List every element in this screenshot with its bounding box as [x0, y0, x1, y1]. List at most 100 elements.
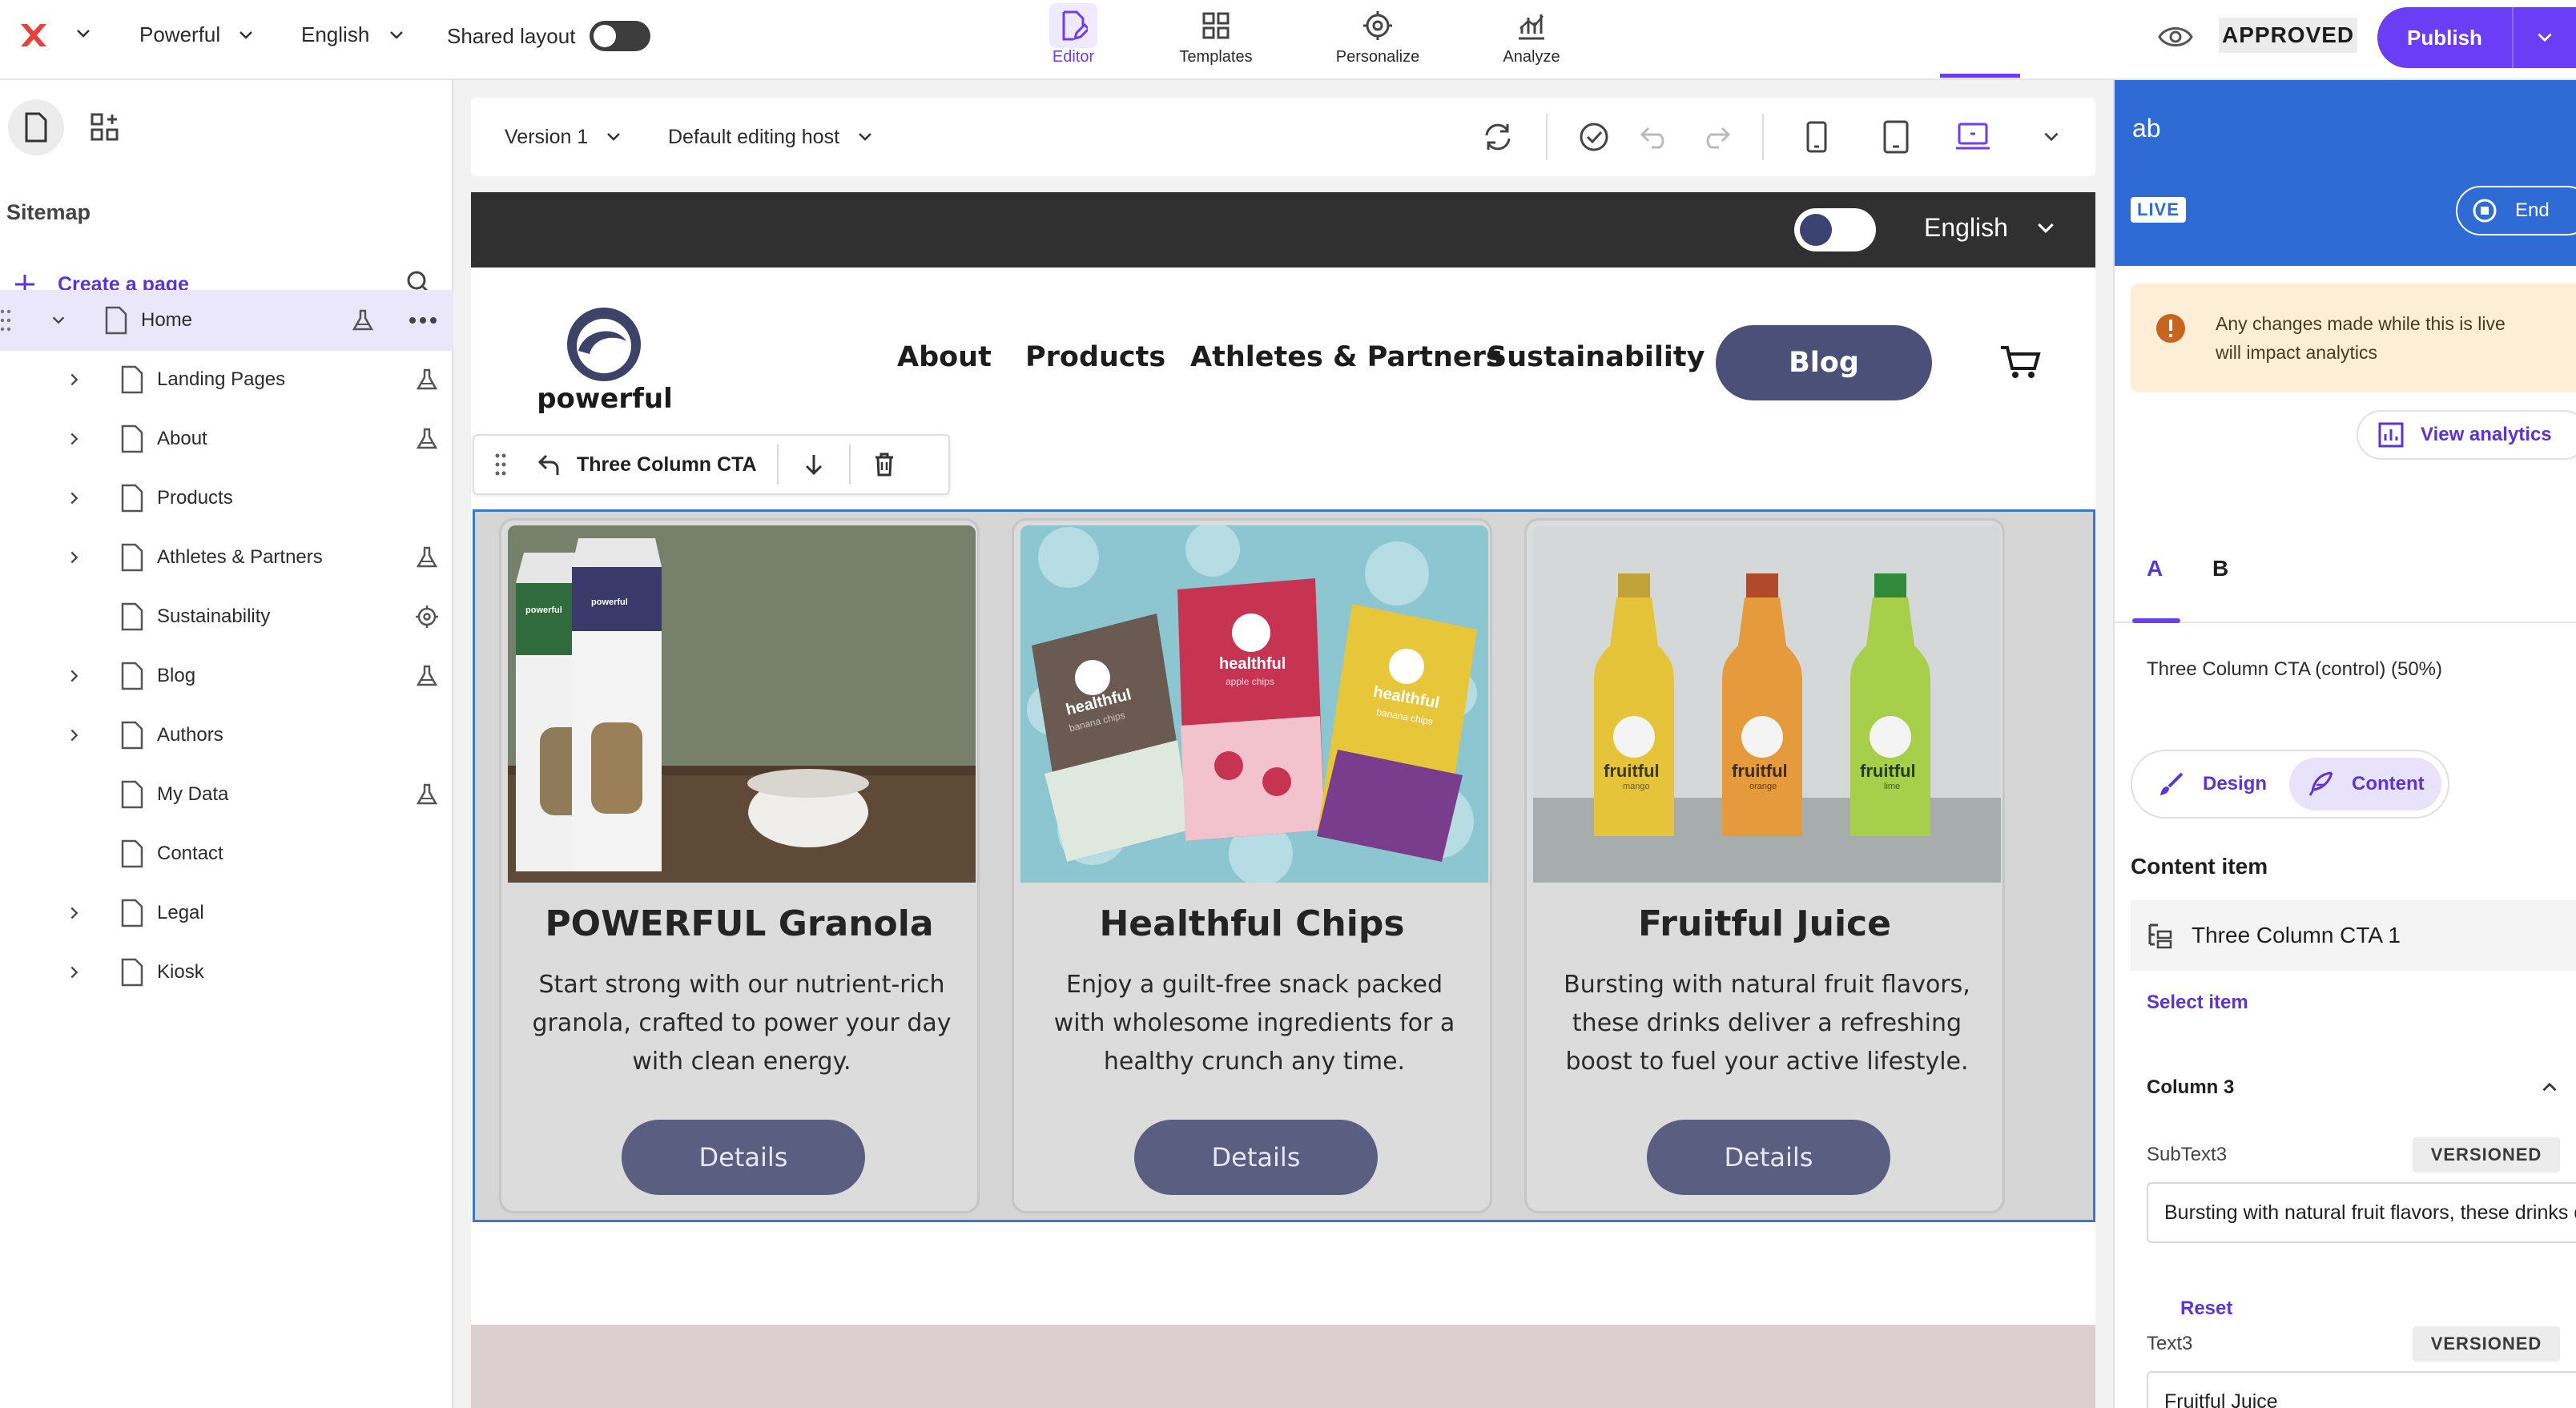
site-logo[interactable]: powerful [537, 304, 673, 415]
card-details-button[interactable]: Details [1647, 1120, 1890, 1195]
drag-handle-icon[interactable] [0, 308, 11, 332]
sitemap-item-label: Kiosk [157, 961, 204, 983]
sitemap-item-blog[interactable]: Blog [0, 646, 453, 706]
nav-about[interactable]: About [897, 341, 992, 373]
flask-test-icon[interactable] [415, 782, 439, 807]
preview-eye-icon[interactable] [2158, 22, 2193, 51]
sitemap-item-athletes-partners[interactable]: Athletes & Partners [0, 527, 453, 588]
tab-templates[interactable]: Templates [1152, 0, 1280, 78]
chevron-up-icon[interactable] [2539, 1076, 2560, 1097]
nav-sustainability[interactable]: Sustainability [1487, 341, 1705, 373]
juice-product-image: fruitful mango fruitful orange fruitful … [1533, 525, 2001, 883]
personalize-target-icon[interactable] [415, 605, 439, 629]
view-analytics-button[interactable]: View analytics [2357, 410, 2576, 460]
column-section-title[interactable]: Column 3 [2147, 1076, 2234, 1099]
tree-structure-icon [2148, 923, 2172, 949]
juice-sub-3: lime [1884, 782, 1901, 791]
device-tablet-icon[interactable] [1882, 98, 1910, 176]
content-item-row[interactable]: Three Column CTA 1 [2131, 900, 2576, 971]
site-language-selector[interactable]: English [1924, 213, 2058, 243]
chips-label-2: healthful [1219, 655, 1286, 673]
sitemap-item-about[interactable]: About [0, 408, 453, 469]
nav-blog-button[interactable]: Blog [1716, 325, 1932, 400]
chevron-right-icon[interactable] [66, 371, 83, 388]
site-theme-toggle[interactable] [1794, 208, 1876, 251]
refresh-icon[interactable] [1482, 98, 1514, 176]
redo-icon[interactable] [1700, 98, 1732, 176]
design-toggle-button[interactable]: Design [2142, 758, 2267, 811]
chevron-down-icon [607, 133, 621, 141]
flask-test-icon[interactable] [415, 545, 439, 569]
site-selector[interactable]: Powerful [139, 22, 256, 47]
sitemap-item-landing-pages[interactable]: Landing Pages [0, 349, 453, 410]
tab-variant-a[interactable]: A [2147, 556, 2163, 581]
cart-icon[interactable] [1999, 344, 2041, 380]
move-down-arrow-icon[interactable] [803, 453, 825, 477]
select-parent-arrow-icon[interactable] [537, 453, 561, 477]
version-selector[interactable]: Version 1 [505, 98, 623, 176]
validate-check-icon[interactable] [1578, 98, 1610, 176]
shared-layout-toggle[interactable]: Shared layout [447, 21, 651, 51]
publish-options-chevron-down-icon[interactable] [2514, 27, 2576, 48]
publish-button[interactable]: Publish [2377, 26, 2512, 50]
nav-products[interactable]: Products [1025, 341, 1165, 373]
chevron-right-icon[interactable] [66, 667, 83, 685]
content-toggle-button[interactable]: Content [2289, 758, 2441, 811]
chevron-right-icon[interactable] [66, 549, 83, 566]
tab-editor[interactable]: Editor [1009, 0, 1137, 78]
sitemap-item-products[interactable]: Products [0, 468, 453, 529]
three-column-cta-component[interactable]: powerful powerful POWERFUL Granola Start… [473, 509, 2095, 1222]
right-panel: ab LIVE End Any changes made while this … [2113, 80, 2576, 1408]
flask-test-icon[interactable] [351, 308, 375, 332]
end-test-button[interactable]: End [2456, 186, 2576, 235]
editing-host-selector[interactable]: Default editing host [668, 98, 875, 176]
flask-test-icon[interactable] [415, 368, 439, 392]
sitemap-item-kiosk[interactable]: Kiosk [0, 942, 453, 1003]
chevron-right-icon[interactable] [66, 963, 83, 981]
select-item-link[interactable]: Select item [2147, 992, 2248, 1014]
delete-trash-icon[interactable] [873, 453, 896, 477]
more-options-icon[interactable] [409, 316, 437, 324]
end-test-label: End [2515, 199, 2550, 221]
nav-athletes-partners[interactable]: Athletes & Partners [1190, 341, 1503, 373]
chevron-right-icon[interactable] [66, 489, 83, 507]
language-selector[interactable]: English [301, 22, 406, 47]
sitemap-item-sustainability[interactable]: Sustainability [0, 586, 453, 647]
chevron-down-icon[interactable] [50, 312, 67, 329]
chevron-right-icon[interactable] [66, 726, 83, 744]
chevron-right-icon[interactable] [66, 904, 83, 922]
pages-file-icon[interactable] [8, 99, 64, 155]
chevron-right-icon[interactable] [66, 430, 83, 448]
chevron-down-icon [239, 30, 253, 39]
sitemap-item-my-data[interactable]: My Data [0, 764, 453, 825]
ab-test-header: ab LIVE End [2115, 80, 2576, 266]
tab-analyze-label: Analyze [1503, 48, 1560, 66]
subtext-field-label: SubText3 [2147, 1144, 2228, 1165]
undo-icon[interactable] [1639, 98, 1671, 176]
flask-test-icon[interactable] [415, 427, 439, 451]
device-desktop-icon[interactable] [1954, 98, 1991, 176]
personalize-icon [1354, 3, 1402, 48]
tab-variant-b[interactable]: B [2212, 556, 2228, 581]
card-details-button[interactable]: Details [622, 1120, 865, 1195]
tab-analyze[interactable]: Analyze [1467, 0, 1596, 78]
device-more-chevron-down-icon[interactable] [2041, 98, 2062, 176]
components-grid-icon[interactable] [77, 99, 133, 155]
tab-personalize[interactable]: Personalize [1314, 0, 1442, 78]
sitemap-item-home[interactable]: Home [0, 290, 453, 351]
text-input[interactable] [2147, 1371, 2576, 1408]
drag-handle-icon[interactable] [495, 453, 506, 477]
app-logo-icon[interactable] [18, 19, 50, 51]
sitemap-item-authors[interactable]: Authors [0, 705, 453, 766]
sitemap-item-contact[interactable]: Contact [0, 823, 453, 884]
reset-link[interactable]: Reset [2180, 1297, 2232, 1320]
card-details-button[interactable]: Details [1134, 1120, 1378, 1195]
app-menu-chevron-down-icon[interactable] [74, 24, 93, 43]
shared-layout-switch[interactable] [590, 21, 651, 51]
sitemap-item-legal[interactable]: Legal [0, 883, 453, 943]
subtext-input[interactable] [2147, 1182, 2576, 1243]
cta-card: healthful banana chips healthful apple c… [1012, 518, 1492, 1213]
component-name: Three Column CTA [577, 453, 757, 476]
flask-test-icon[interactable] [415, 664, 439, 688]
device-phone-icon[interactable] [1805, 98, 1828, 176]
